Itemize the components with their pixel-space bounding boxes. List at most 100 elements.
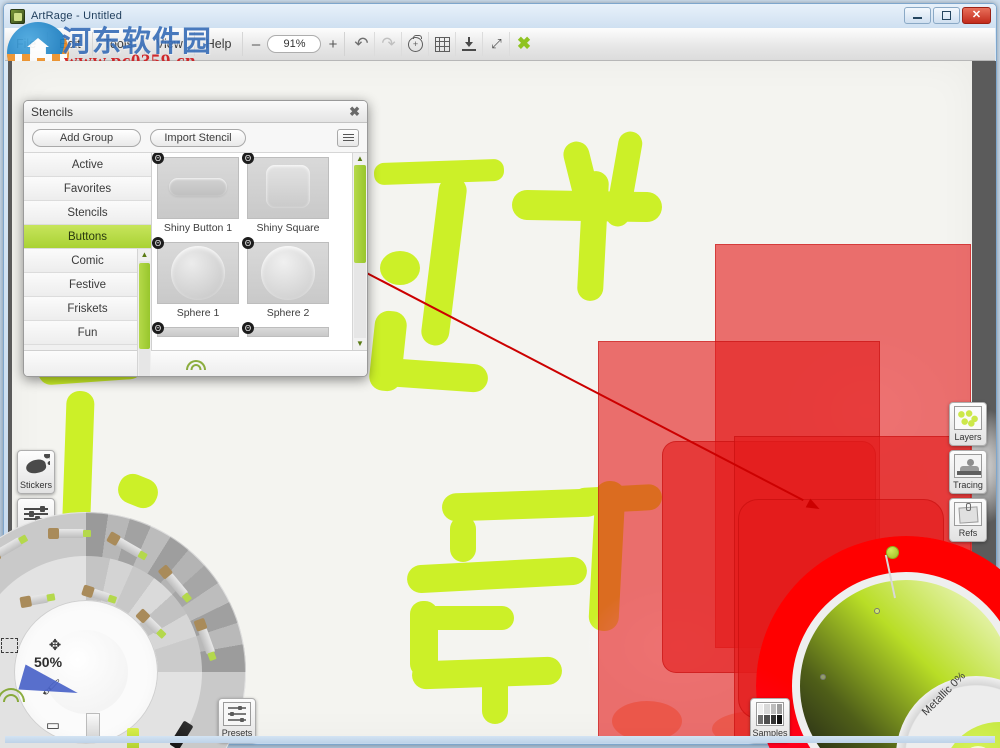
stencil-group-festive[interactable]: Festive [24, 273, 151, 297]
window-controls: ✕ [904, 7, 991, 24]
oil-brush-tool-icon[interactable] [54, 516, 88, 550]
stencil-item[interactable]: Θ Sphere 2 [244, 240, 332, 324]
brush-stroke [380, 251, 420, 285]
redo-icon: ↷ [381, 34, 395, 54]
stencil-item[interactable]: Θ Sphere 1 [154, 240, 242, 324]
ink-pen-tool-icon[interactable] [129, 601, 177, 649]
roller-tool-icon[interactable] [19, 579, 58, 618]
reset-view-button[interactable]: + [402, 32, 429, 56]
stencils-options-menu-button[interactable] [337, 129, 359, 147]
maximize-button[interactable] [933, 7, 960, 24]
zoom-level-field[interactable]: 91% [267, 35, 321, 53]
scroll-down-icon[interactable]: ▼ [356, 338, 364, 350]
wifi-arc-icon [185, 358, 207, 370]
export-button[interactable] [456, 32, 483, 56]
sphere-shape [261, 246, 315, 300]
scroll-up-icon[interactable]: ▲ [141, 249, 149, 261]
stencil-item[interactable]: Θ Shiny Square [244, 155, 332, 239]
stencil-thumbnail[interactable] [157, 242, 239, 304]
close-button[interactable]: ✕ [962, 7, 991, 24]
pin-head-icon[interactable] [886, 546, 899, 559]
fullscreen-icon: ⤢ [489, 37, 503, 51]
list-menu-icon [343, 134, 354, 142]
status-bar [5, 736, 995, 743]
stencils-panel-title: Stencils [31, 105, 73, 119]
sphere-shape [171, 246, 225, 300]
stencil-group-active[interactable]: Active [24, 153, 151, 177]
scroll-track[interactable] [139, 261, 150, 377]
stencils-panel-close-icon[interactable]: ✖ [349, 104, 360, 120]
scroll-thumb[interactable] [139, 263, 150, 349]
stencil-thumbnail[interactable] [247, 157, 329, 219]
close-tool-icon: ✖ [517, 34, 531, 54]
stencils-panel[interactable]: Stencils ✖ Add Group Import Stencil Acti… [23, 100, 368, 377]
stencil-thumbnail[interactable] [157, 157, 239, 219]
toolbar-separator [344, 32, 345, 56]
stickers-panel-button[interactable]: Stickers [17, 450, 55, 494]
stencil-thumbnail-grid[interactable]: Θ Shiny Button 1 Θ Shiny Square Θ Sphere… [152, 153, 367, 350]
color-picker-wheel[interactable]: Metallic 0% [756, 536, 1000, 748]
close-tool-button[interactable]: ✖ [510, 32, 537, 56]
scroll-track[interactable] [354, 165, 366, 338]
brush-stroke [482, 666, 508, 724]
zoom-controls: – 91% + [247, 35, 341, 53]
palette-knife-tool-icon[interactable] [153, 561, 201, 609]
brush-stroke [424, 606, 514, 630]
tracing-icon [954, 454, 982, 478]
lock-icon[interactable]: Θ [152, 237, 164, 249]
shiny-square-shape [266, 165, 311, 208]
tool-wheel-tool-icons: ✥ 🖌 ▭ T [0, 512, 246, 748]
layers-panel-button[interactable]: Layers [949, 402, 987, 446]
pencil-tool-icon[interactable] [0, 524, 32, 570]
stencil-item[interactable]: Θ Shiny Button 1 [154, 155, 242, 239]
zoom-in-button[interactable]: + [324, 36, 341, 53]
shiny-button-shape [169, 178, 227, 196]
undo-button[interactable]: ↶ [348, 32, 375, 56]
close-icon: ✕ [972, 10, 981, 21]
zoom-out-button[interactable]: – [247, 36, 264, 53]
redo-button[interactable]: ↷ [375, 32, 402, 56]
scroll-thumb[interactable] [354, 165, 366, 263]
stencil-grid-scrollbar[interactable]: ▲ ▼ [352, 153, 367, 350]
scroll-up-icon[interactable]: ▲ [356, 153, 364, 165]
minimize-button[interactable] [904, 7, 931, 24]
tracing-panel-button[interactable]: Tracing [949, 450, 987, 494]
lock-icon[interactable]: Θ [242, 322, 254, 334]
lock-icon[interactable]: Θ [152, 322, 164, 334]
tool-wheel[interactable]: ✥ 🖌 ▭ T 50% [0, 512, 246, 748]
stencil-item[interactable]: Θ [154, 325, 242, 339]
presets-icon [223, 702, 251, 726]
stencil-group-fun[interactable]: Fun [24, 321, 151, 345]
stencil-group-comic[interactable]: Comic [24, 249, 151, 273]
window-frame: ArtRage - Untitled ✕ File Edit Tools Vie… [3, 3, 997, 745]
stencil-thumbnail[interactable] [247, 242, 329, 304]
stencil-thumbnail[interactable] [157, 327, 239, 337]
stencil-group-friskets[interactable]: Friskets [24, 297, 151, 321]
stickers-label: Stickers [20, 480, 52, 490]
stencil-group-favorites[interactable]: Favorites [24, 177, 151, 201]
add-group-button[interactable]: Add Group [32, 129, 141, 147]
grid-icon [435, 37, 450, 52]
stencil-group-scrollbar[interactable]: ▲ ▼ [137, 249, 151, 377]
airbrush-tool-icon[interactable] [185, 619, 229, 663]
stencil-group-stencils[interactable]: Stencils [24, 201, 151, 225]
export-icon [462, 37, 476, 51]
value-selector-dot[interactable] [820, 674, 826, 680]
hue-selector-dot[interactable] [874, 608, 880, 614]
pen-tool-icon[interactable] [80, 574, 123, 617]
import-stencil-button[interactable]: Import Stencil [150, 129, 246, 147]
reset-view-icon: + [408, 37, 423, 52]
stencil-thumbnail[interactable] [247, 327, 329, 337]
tracing-label: Tracing [953, 480, 983, 490]
stencil-caption: Sphere 1 [154, 307, 242, 319]
watercolor-brush-tool-icon[interactable] [106, 524, 152, 570]
stencil-item[interactable]: Θ [244, 325, 332, 339]
layers-icon [954, 406, 982, 430]
app-icon [10, 9, 25, 24]
fullscreen-button[interactable]: ⤢ [483, 32, 510, 56]
stencil-group-buttons[interactable]: Buttons [24, 225, 151, 249]
stencils-panel-body: Active Favorites Stencils Buttons Comic … [24, 153, 367, 350]
grid-button[interactable] [429, 32, 456, 56]
lock-icon[interactable]: Θ [242, 237, 254, 249]
selection-tool-icon[interactable] [0, 628, 26, 662]
